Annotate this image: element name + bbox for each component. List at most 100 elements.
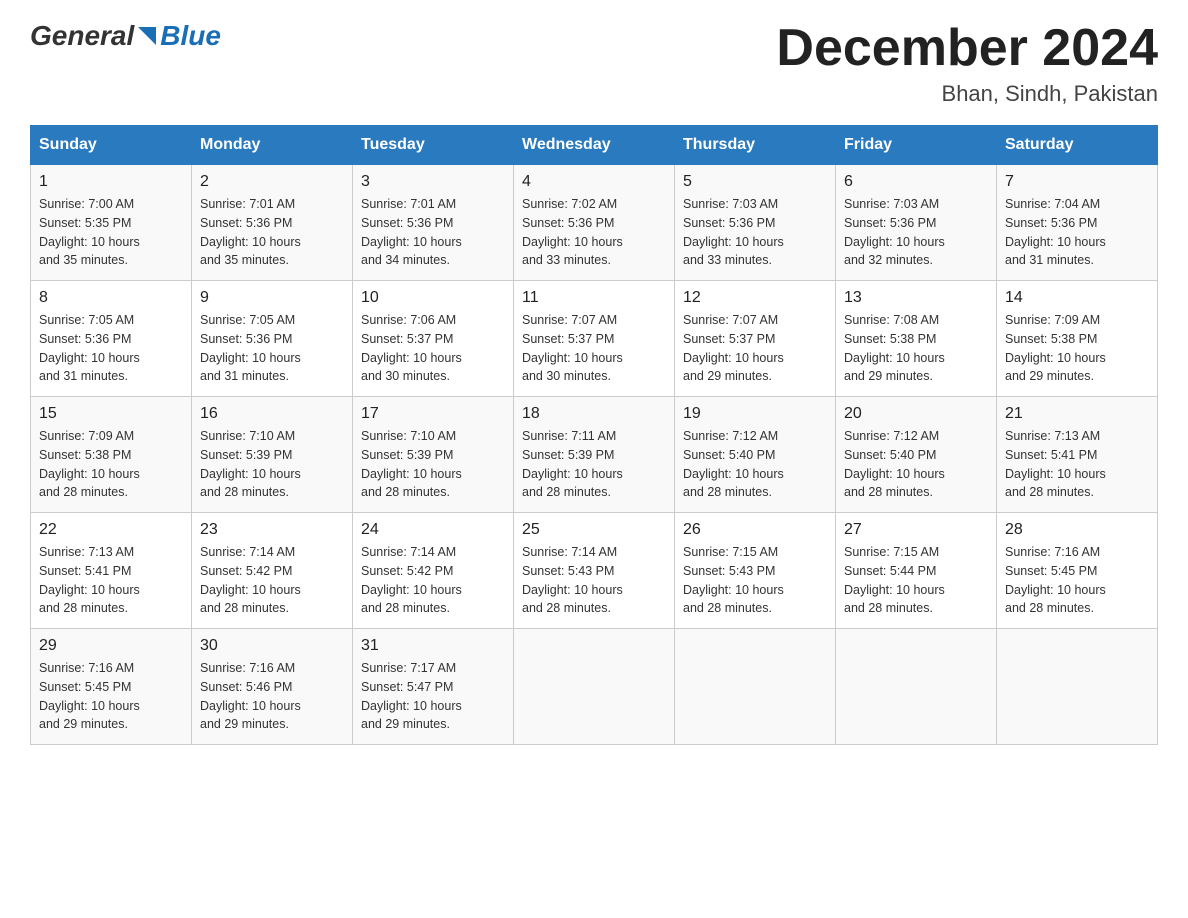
day-number: 8 [39,289,183,307]
col-monday: Monday [192,126,353,165]
day-number: 21 [1005,405,1149,423]
day-info: Sunrise: 7:12 AMSunset: 5:40 PMDaylight:… [844,427,988,502]
day-number: 19 [683,405,827,423]
calendar-cell: 31 Sunrise: 7:17 AMSunset: 5:47 PMDaylig… [353,629,514,745]
day-number: 31 [361,637,505,655]
day-info: Sunrise: 7:13 AMSunset: 5:41 PMDaylight:… [39,543,183,618]
calendar-cell: 26 Sunrise: 7:15 AMSunset: 5:43 PMDaylig… [675,513,836,629]
day-info: Sunrise: 7:15 AMSunset: 5:43 PMDaylight:… [683,543,827,618]
logo-general-text: General [30,20,134,52]
day-info: Sunrise: 7:16 AMSunset: 5:45 PMDaylight:… [39,659,183,734]
day-info: Sunrise: 7:03 AMSunset: 5:36 PMDaylight:… [844,195,988,270]
day-number: 10 [361,289,505,307]
day-info: Sunrise: 7:08 AMSunset: 5:38 PMDaylight:… [844,311,988,386]
day-number: 4 [522,173,666,191]
day-number: 7 [1005,173,1149,191]
calendar-cell: 10 Sunrise: 7:06 AMSunset: 5:37 PMDaylig… [353,281,514,397]
col-wednesday: Wednesday [514,126,675,165]
day-number: 6 [844,173,988,191]
calendar-cell: 16 Sunrise: 7:10 AMSunset: 5:39 PMDaylig… [192,397,353,513]
day-number: 11 [522,289,666,307]
day-info: Sunrise: 7:16 AMSunset: 5:45 PMDaylight:… [1005,543,1149,618]
day-number: 22 [39,521,183,539]
day-info: Sunrise: 7:12 AMSunset: 5:40 PMDaylight:… [683,427,827,502]
day-number: 12 [683,289,827,307]
day-number: 27 [844,521,988,539]
col-sunday: Sunday [31,126,192,165]
calendar-cell: 18 Sunrise: 7:11 AMSunset: 5:39 PMDaylig… [514,397,675,513]
day-info: Sunrise: 7:05 AMSunset: 5:36 PMDaylight:… [39,311,183,386]
day-info: Sunrise: 7:00 AMSunset: 5:35 PMDaylight:… [39,195,183,270]
day-number: 20 [844,405,988,423]
calendar-cell [997,629,1158,745]
calendar-cell [836,629,997,745]
day-info: Sunrise: 7:06 AMSunset: 5:37 PMDaylight:… [361,311,505,386]
location-text: Bhan, Sindh, Pakistan [776,81,1158,107]
calendar-cell: 2 Sunrise: 7:01 AMSunset: 5:36 PMDayligh… [192,165,353,281]
calendar-cell [514,629,675,745]
day-number: 30 [200,637,344,655]
calendar-cell: 24 Sunrise: 7:14 AMSunset: 5:42 PMDaylig… [353,513,514,629]
day-info: Sunrise: 7:11 AMSunset: 5:39 PMDaylight:… [522,427,666,502]
week-row-1: 1 Sunrise: 7:00 AMSunset: 5:35 PMDayligh… [31,165,1158,281]
calendar-table: Sunday Monday Tuesday Wednesday Thursday… [30,125,1158,745]
day-number: 13 [844,289,988,307]
week-row-2: 8 Sunrise: 7:05 AMSunset: 5:36 PMDayligh… [31,281,1158,397]
calendar-cell: 3 Sunrise: 7:01 AMSunset: 5:36 PMDayligh… [353,165,514,281]
logo: General Blue [30,20,221,52]
calendar-cell [675,629,836,745]
calendar-cell: 30 Sunrise: 7:16 AMSunset: 5:46 PMDaylig… [192,629,353,745]
day-number: 18 [522,405,666,423]
day-number: 23 [200,521,344,539]
day-number: 29 [39,637,183,655]
calendar-cell: 4 Sunrise: 7:02 AMSunset: 5:36 PMDayligh… [514,165,675,281]
header-row: Sunday Monday Tuesday Wednesday Thursday… [31,126,1158,165]
logo-triangle-icon [136,25,158,47]
day-info: Sunrise: 7:05 AMSunset: 5:36 PMDaylight:… [200,311,344,386]
day-info: Sunrise: 7:07 AMSunset: 5:37 PMDaylight:… [683,311,827,386]
col-thursday: Thursday [675,126,836,165]
day-info: Sunrise: 7:15 AMSunset: 5:44 PMDaylight:… [844,543,988,618]
day-info: Sunrise: 7:10 AMSunset: 5:39 PMDaylight:… [200,427,344,502]
day-info: Sunrise: 7:14 AMSunset: 5:42 PMDaylight:… [200,543,344,618]
day-number: 3 [361,173,505,191]
day-number: 15 [39,405,183,423]
day-number: 9 [200,289,344,307]
calendar-body: 1 Sunrise: 7:00 AMSunset: 5:35 PMDayligh… [31,165,1158,745]
day-info: Sunrise: 7:13 AMSunset: 5:41 PMDaylight:… [1005,427,1149,502]
calendar-cell: 12 Sunrise: 7:07 AMSunset: 5:37 PMDaylig… [675,281,836,397]
day-number: 14 [1005,289,1149,307]
day-number: 1 [39,173,183,191]
page-header: General Blue December 2024 Bhan, Sindh, … [30,20,1158,107]
day-number: 16 [200,405,344,423]
calendar-cell: 7 Sunrise: 7:04 AMSunset: 5:36 PMDayligh… [997,165,1158,281]
day-info: Sunrise: 7:07 AMSunset: 5:37 PMDaylight:… [522,311,666,386]
week-row-3: 15 Sunrise: 7:09 AMSunset: 5:38 PMDaylig… [31,397,1158,513]
day-info: Sunrise: 7:14 AMSunset: 5:42 PMDaylight:… [361,543,505,618]
calendar-cell: 19 Sunrise: 7:12 AMSunset: 5:40 PMDaylig… [675,397,836,513]
day-info: Sunrise: 7:03 AMSunset: 5:36 PMDaylight:… [683,195,827,270]
calendar-cell: 22 Sunrise: 7:13 AMSunset: 5:41 PMDaylig… [31,513,192,629]
day-info: Sunrise: 7:17 AMSunset: 5:47 PMDaylight:… [361,659,505,734]
day-number: 2 [200,173,344,191]
calendar-cell: 13 Sunrise: 7:08 AMSunset: 5:38 PMDaylig… [836,281,997,397]
day-info: Sunrise: 7:10 AMSunset: 5:39 PMDaylight:… [361,427,505,502]
day-info: Sunrise: 7:02 AMSunset: 5:36 PMDaylight:… [522,195,666,270]
calendar-cell: 5 Sunrise: 7:03 AMSunset: 5:36 PMDayligh… [675,165,836,281]
logo-blue-text: Blue [160,20,221,52]
col-friday: Friday [836,126,997,165]
calendar-cell: 20 Sunrise: 7:12 AMSunset: 5:40 PMDaylig… [836,397,997,513]
day-info: Sunrise: 7:16 AMSunset: 5:46 PMDaylight:… [200,659,344,734]
calendar-cell: 21 Sunrise: 7:13 AMSunset: 5:41 PMDaylig… [997,397,1158,513]
week-row-4: 22 Sunrise: 7:13 AMSunset: 5:41 PMDaylig… [31,513,1158,629]
calendar-cell: 17 Sunrise: 7:10 AMSunset: 5:39 PMDaylig… [353,397,514,513]
day-info: Sunrise: 7:09 AMSunset: 5:38 PMDaylight:… [1005,311,1149,386]
calendar-cell: 8 Sunrise: 7:05 AMSunset: 5:36 PMDayligh… [31,281,192,397]
day-number: 17 [361,405,505,423]
calendar-cell: 15 Sunrise: 7:09 AMSunset: 5:38 PMDaylig… [31,397,192,513]
week-row-5: 29 Sunrise: 7:16 AMSunset: 5:45 PMDaylig… [31,629,1158,745]
calendar-cell: 25 Sunrise: 7:14 AMSunset: 5:43 PMDaylig… [514,513,675,629]
col-tuesday: Tuesday [353,126,514,165]
calendar-cell: 9 Sunrise: 7:05 AMSunset: 5:36 PMDayligh… [192,281,353,397]
calendar-cell: 11 Sunrise: 7:07 AMSunset: 5:37 PMDaylig… [514,281,675,397]
